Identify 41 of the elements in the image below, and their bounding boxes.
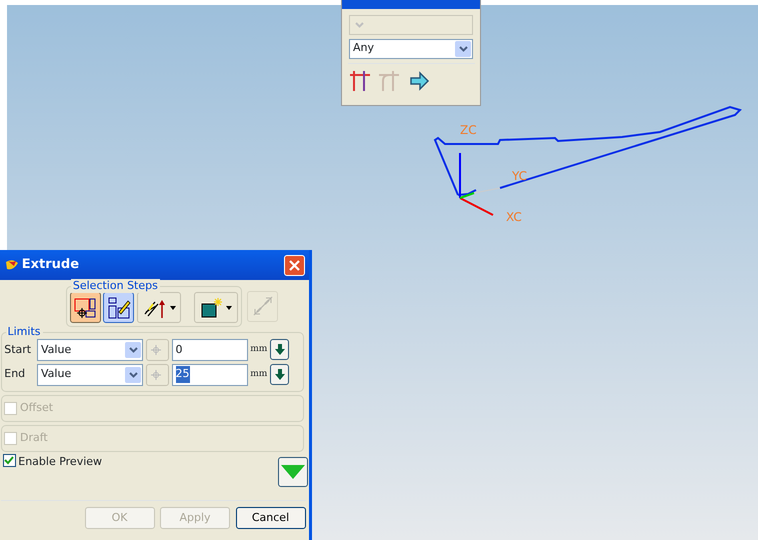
- dialog-button[interactable]: Cancel: [236, 506, 306, 529]
- coordinate-axes-drawing: [459, 153, 500, 216]
- field-label: Start: [4, 342, 32, 358]
- triangle-icon: [280, 465, 304, 479]
- sketch-section-icon: [106, 296, 131, 320]
- caret-icon: [125, 366, 141, 382]
- caret-icon: [170, 306, 176, 310]
- type-dropdown[interactable]: Value: [37, 364, 143, 386]
- dialog-title: Extrude: [22, 256, 80, 274]
- checkbox[interactable]: [2, 454, 16, 468]
- down-arrow-icon: [274, 344, 285, 356]
- unit-label: mm: [250, 343, 268, 356]
- step-button[interactable]: [137, 292, 182, 323]
- axis-label: XC: [506, 210, 522, 224]
- step-button[interactable]: [103, 292, 134, 323]
- close-icon: [289, 260, 300, 270]
- down-arrow-button[interactable]: [270, 339, 290, 360]
- expand-button[interactable]: [278, 457, 308, 487]
- boolean-body-icon: [199, 296, 224, 320]
- field-label: End: [4, 366, 26, 382]
- group-label: Selection Steps: [70, 278, 160, 292]
- caret-icon: [226, 306, 232, 310]
- down-arrow-button[interactable]: [270, 364, 290, 385]
- checkbox-label: Enable Preview: [18, 454, 102, 470]
- step-button[interactable]: [70, 292, 101, 323]
- filter-dropdown[interactable]: Any: [349, 38, 473, 58]
- value-field[interactable]: 0: [172, 338, 248, 361]
- close-button[interactable]: [284, 254, 305, 276]
- down-arrow-icon: [274, 369, 285, 380]
- checkbox-label: Offset: [20, 400, 54, 416]
- checkbox-label: Draft: [20, 430, 48, 446]
- step-button[interactable]: [194, 292, 238, 323]
- axis-label: ZC: [460, 123, 477, 137]
- caret-icon[interactable]: [455, 40, 471, 56]
- caret-icon: [125, 342, 141, 358]
- value-field[interactable]: 25: [172, 364, 248, 386]
- axis-label: YC: [512, 169, 528, 183]
- unit-label: mm: [250, 368, 268, 381]
- curve-rule-icon[interactable]: [348, 69, 372, 93]
- type-dropdown[interactable]: Value: [37, 338, 143, 361]
- select-curve-icon: [73, 296, 98, 320]
